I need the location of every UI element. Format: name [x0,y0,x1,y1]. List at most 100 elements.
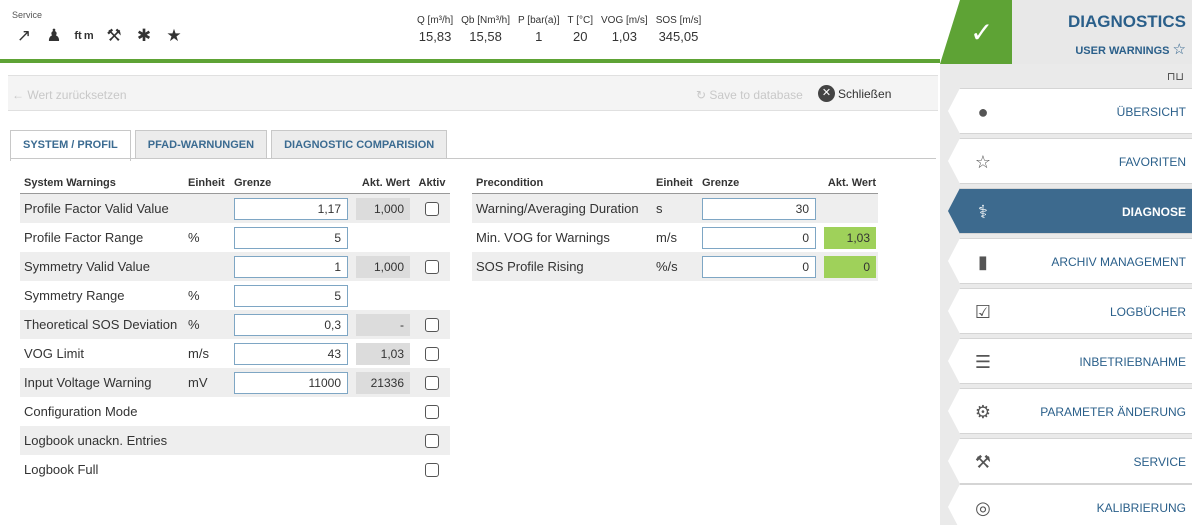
nav-item-label: KALIBRIERUNG [1096,501,1186,515]
grenze-input[interactable]: 1,17 [234,197,348,220]
measure-value-q: 15,83 [418,29,452,44]
nav-item-label: ÜBERSICHT [1116,105,1186,119]
header-icons: ↗ ♟ ft m ⚒ ✱ ★ [12,24,186,48]
breadcrumb: USER WARNINGS ☆ [1075,40,1186,58]
reset-value-button[interactable]: ← Wert zurücksetzen [12,88,127,102]
nav-item-archiv-management[interactable]: ▮ ARCHIV MANAGEMENT [948,238,1192,284]
current-value: 1,000 [356,255,410,278]
system-warnings-table: System Warnings Einheit Grenze Akt. Wert… [20,173,450,484]
grenze-input[interactable]: 0 [702,226,816,249]
current-value: 1,03 [824,226,876,249]
refresh-icon: ↻ [696,88,707,102]
row-label: SOS Profile Rising [476,259,584,274]
toolbar: ← Wert zurücksetzen ↻ Save to database ✕… [8,75,938,111]
row-label: Configuration Mode [24,404,138,419]
nav-item-favoriten[interactable]: ☆ FAVORITEN [948,138,1192,184]
precondition-table: Precondition Einheit Grenze Akt. Wert Wa… [472,173,878,281]
table-row: Profile Factor Valid Value 1,17 1,000 [20,194,450,223]
table-row: Symmetry Range % 5 [20,281,450,310]
measure-header-p: P [bar(a)] [518,15,560,26]
calibration-icon: ◎ [975,498,991,518]
grenze-input[interactable]: 0 [702,255,816,278]
page-title: DIAGNOSTICS [1067,12,1186,31]
aktiv-checkbox[interactable] [425,259,439,274]
nav-item-label: FAVORITEN [1118,155,1186,169]
aktiv-checkbox[interactable] [425,201,439,216]
row-unit: m/s [656,230,677,245]
tab-diagnostic-comparision[interactable]: DIAGNOSTIC COMPARISION [271,130,448,158]
grenze-input[interactable]: 43 [234,342,348,365]
reset-value-label: Wert zurücksetzen [27,88,127,102]
plug-icon[interactable]: ↗ [12,24,36,48]
row-unit: % [188,288,200,303]
measurement-readout: Q [m³/h] Qb [Nm³/h] P [bar(a)] T [°C] VO… [413,15,705,44]
user-list-icon[interactable]: ♟ [42,24,66,48]
table-row: Configuration Mode [20,397,450,426]
row-unit: % [188,230,200,245]
nav-item-inbetriebnahme[interactable]: ☰ INBETRIEBNAHME [948,338,1192,384]
col-header-unit: Einheit [188,177,225,189]
row-label: Symmetry Range [24,288,125,303]
row-label: Min. VOG for Warnings [476,230,610,245]
tab-system-profil[interactable]: SYSTEM / PROFIL [10,130,131,161]
row-unit: m/s [188,346,209,361]
current-value: 0 [824,255,876,278]
col-header-grenze: Grenze [702,177,740,189]
grenze-input[interactable]: 0,3 [234,313,348,336]
nav-item-label: DIAGNOSE [1121,205,1186,219]
grenze-input[interactable]: 5 [234,226,348,249]
aktiv-checkbox[interactable] [425,433,439,448]
nav-item-label: SERVICE [1133,455,1186,469]
measure-header-vog: VOG [m/s] [601,15,648,26]
aktiv-checkbox[interactable] [425,462,439,477]
close-icon: ✕ [818,85,835,102]
nav-item-logbuecher[interactable]: ☑ LOGBÜCHER [948,288,1192,334]
tools-icon[interactable]: ⚒ [102,24,126,48]
aktiv-checkbox[interactable] [425,404,439,419]
measure-value-p: 1 [535,29,543,44]
row-unit: s [656,201,663,216]
nav-item-uebersicht[interactable]: ● ÜBERSICHT [948,88,1192,134]
tab-pfad-warnungen[interactable]: PFAD-WARNUNGEN [134,130,268,158]
nav-item-kalibrierung[interactable]: ◎ KALIBRIERUNG [948,484,1192,525]
close-button[interactable]: ✕ Schließen [818,85,891,102]
col-header-name: Precondition [476,177,544,189]
aktiv-checkbox[interactable] [425,317,439,332]
gear-icon: ⚙ [974,402,992,422]
grenze-input[interactable]: 11000 [234,371,348,394]
col-header-unit: Einheit [656,177,693,189]
current-value: 1,000 [356,197,410,220]
save-label: Save to database [709,88,803,102]
current-value: 21336 [356,371,410,394]
favorite-star-icon[interactable]: ☆ [1173,41,1186,58]
table-row: Theoretical SOS Deviation % 0,3 - [20,310,450,339]
col-header-akt: Akt. Wert [361,177,410,189]
tab-bar: SYSTEM / PROFIL PFAD-WARNUNGEN DIAGNOSTI… [10,130,448,161]
save-to-database-button[interactable]: ↻ Save to database [696,88,803,102]
row-unit: % [188,317,200,332]
grenze-input[interactable]: 5 [234,284,348,307]
table-row: Logbook Full [20,455,450,484]
close-label: Schließen [838,86,892,101]
grenze-input[interactable]: 30 [702,197,816,220]
globe-icon: ● [977,102,989,122]
diagnostics-header: DIAGNOSTICS USER WARNINGS ☆ [1012,0,1192,64]
aktiv-checkbox[interactable] [425,346,439,361]
award-icon[interactable]: ★ [162,24,186,48]
table-header: System Warnings Einheit Grenze Akt. Wert… [20,173,450,194]
grenze-input[interactable]: 1 [234,255,348,278]
signal-icon: ⊓⊔ [1166,71,1184,83]
row-label: Logbook unackn. Entries [24,433,168,448]
nav-item-parameter-aenderung[interactable]: ⚙ PARAMETER ÄNDERUNG [948,388,1192,434]
table-row: SOS Profile Rising %/s 0 0 [472,252,878,281]
measure-header-qb: Qb [Nm³/h] [461,15,511,26]
aktiv-checkbox[interactable] [425,375,439,390]
col-header-name: System Warnings [24,177,116,189]
ft-m-icon[interactable]: ft m [72,24,96,48]
nav-item-label: PARAMETER ÄNDERUNG [1040,405,1186,419]
checkmark-icon: ✓ [970,17,994,48]
nav-item-diagnose[interactable]: ⚕ DIAGNOSE [948,188,1192,234]
nav-item-service[interactable]: ⚒ SERVICE [948,438,1192,484]
row-label: Theoretical SOS Deviation [24,317,178,332]
snowflake-icon[interactable]: ✱ [132,24,156,48]
